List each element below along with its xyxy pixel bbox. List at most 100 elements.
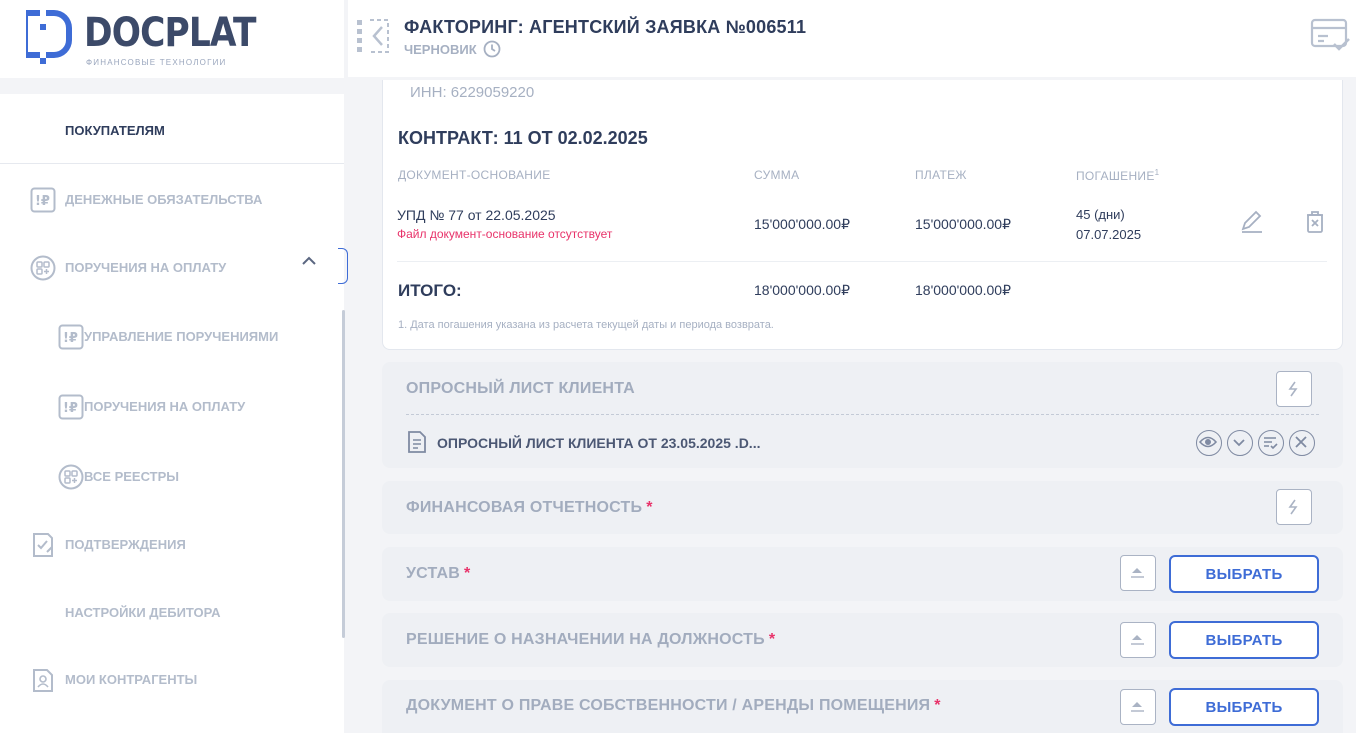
page-header <box>348 0 1356 77</box>
sidebar-item-label: ВСЕ РЕЕСТРЫ <box>84 468 179 484</box>
total-label: ИТОГО: <box>398 281 462 300</box>
sidebar-item-debtor-settings[interactable]: НАСТРОЙКИ ДЕБИТОРА <box>0 597 344 627</box>
sidebar-item-manage-orders[interactable]: !₽ УПРАВЛЕНИЕ ПОРУЧЕНИЯМИ <box>0 321 344 351</box>
inn-text: ИНН: 6229059220 <box>410 84 535 101</box>
column-header-doc: ДОКУМЕНТ-ОСНОВАНИЕ <box>398 168 551 182</box>
sidebar-item-label: ПОРУЧЕНИЯ НА ОПЛАТУ <box>84 398 246 414</box>
repayment-date: 07.07.2025 <box>1076 227 1142 242</box>
choose-button[interactable]: ВЫБРАТЬ <box>1169 555 1319 593</box>
section-title: УСТАВ * <box>406 565 470 583</box>
sidebar-item-confirmations[interactable]: ПОДТВЕРЖДЕНИЯ <box>0 529 344 559</box>
section-title: ОПРОСНЫЙ ЛИСТ КЛИЕНТА <box>406 380 635 397</box>
lightning-button[interactable] <box>1276 371 1312 407</box>
column-header-payment: ПЛАТЕЖ <box>915 168 967 182</box>
required-marker: * <box>646 499 653 516</box>
section-title: РЕШЕНИЕ О НАЗНАЧЕНИИ НА ДОЛЖНОСТЬ * <box>406 631 775 649</box>
brand-name: DOCPLAT <box>84 10 256 56</box>
choose-button[interactable]: ВЫБРАТЬ <box>1169 688 1319 726</box>
total-sum: 18'000'000.00₽ <box>754 282 851 298</box>
sidebar-collapse-icon[interactable] <box>356 17 392 55</box>
lightning-button[interactable] <box>1276 489 1312 525</box>
footnote-marker: 1 <box>1154 168 1160 177</box>
chevron-up-icon[interactable] <box>300 252 318 270</box>
doc-basis-name: УПД № 77 от 22.05.2025 <box>397 207 556 223</box>
docplat-logo-icon <box>26 10 72 64</box>
brand-tagline: ФИНАНСОВЫЕ ТЕХНОЛОГИИ <box>86 58 227 67</box>
file-name[interactable]: ОПРОСНЫЙ ЛИСТ КЛИЕНТА ОТ 23.05.2025 .D..… <box>437 435 760 451</box>
section-financial-statements: ФИНАНСОВАЯ ОТЧЕТНОСТЬ * <box>382 481 1343 534</box>
column-header-repayment-label: ПОГАШЕНИЕ <box>1076 169 1155 183</box>
delete-icon[interactable] <box>1302 209 1328 235</box>
missing-file-error: Файл документ-основание отсутствует <box>397 227 613 241</box>
sidebar-item-my-counterparties[interactable]: МОИ КОНТРАГЕНТЫ <box>0 664 344 694</box>
choose-button[interactable]: ВЫБРАТЬ <box>1169 621 1319 659</box>
grid-plus-icon <box>30 255 56 281</box>
sign-button[interactable] <box>1258 430 1284 456</box>
sidebar-item-label: УПРАВЛЕНИЕ ПОРУЧЕНИЯМИ <box>84 328 279 344</box>
remove-button[interactable] <box>1289 430 1315 456</box>
list-check-icon <box>1264 437 1278 450</box>
expand-button[interactable] <box>1120 622 1156 658</box>
page-title: ФАКТОРИНГ: АГЕНТСКИЙ ЗАЯВКА №006511 <box>404 17 807 37</box>
download-button[interactable] <box>1227 430 1253 456</box>
status-line: ЧЕРНОВИК <box>404 40 501 58</box>
svg-text:!₽: !₽ <box>63 331 78 346</box>
chevron-down-icon <box>1233 439 1245 447</box>
sidebar-item-label: НАСТРОЙКИ ДЕБИТОРА <box>65 604 221 620</box>
sidebar-item-payment-orders-sub[interactable]: !₽ ПОРУЧЕНИЯ НА ОПЛАТУ <box>0 391 344 421</box>
sidebar-item-label: ПОДТВЕРЖДЕНИЯ <box>65 536 186 552</box>
row-payment: 15'000'000.00₽ <box>915 216 1012 232</box>
logo[interactable]: DOCPLAT ФИНАНСОВЫЕ ТЕХНОЛОГИИ <box>0 0 340 78</box>
sidebar-gap <box>0 78 344 94</box>
section-property-document: ДОКУМЕНТ О ПРАВЕ СОБСТВЕННОСТИ / АРЕНДЫ … <box>382 680 1343 733</box>
expand-button[interactable] <box>1120 689 1156 725</box>
contract-title: КОНТРАКТ: 11 ОТ 02.02.2025 <box>398 128 648 148</box>
clock-icon <box>483 40 501 58</box>
dashed-divider <box>406 414 1319 415</box>
caret-up-icon <box>1131 702 1144 712</box>
view-button[interactable] <box>1196 430 1222 456</box>
document-check-icon[interactable] <box>1310 16 1352 56</box>
sidebar-item-label: ПОРУЧЕНИЯ НА ОПЛАТУ <box>65 259 227 275</box>
sidebar-item-all-registries[interactable]: ВСЕ РЕЕСТРЫ <box>0 461 344 491</box>
section-client-questionnaire: ОПРОСНЫЙ ЛИСТ КЛИЕНТА ОПРОСНЫЙ ЛИСТ КЛИЕ… <box>382 362 1343 468</box>
sidebar-item-payment-orders[interactable]: ПОРУЧЕНИЯ НА ОПЛАТУ <box>0 252 344 282</box>
caret-up-icon <box>1131 568 1144 578</box>
ruble-doc-icon: !₽ <box>58 394 84 420</box>
section-title: ФИНАНСОВАЯ ОТЧЕТНОСТЬ * <box>406 499 653 517</box>
document-icon <box>408 431 426 453</box>
sidebar-item-label: МОИ КОНТРАГЕНТЫ <box>65 671 198 687</box>
lightning-icon <box>1288 381 1298 397</box>
row-divider <box>397 261 1327 262</box>
caret-up-icon <box>1131 635 1144 645</box>
status-badge: ЧЕРНОВИК <box>404 41 477 57</box>
svg-text:!₽: !₽ <box>63 401 78 416</box>
contact-doc-icon <box>33 669 53 692</box>
section-title: ДОКУМЕНТ О ПРАВЕ СОБСТВЕННОСТИ / АРЕНДЫ … <box>406 697 941 715</box>
sidebar-scrollbar[interactable] <box>342 310 345 638</box>
footnote: 1. Дата погашения указана из расчета тек… <box>398 319 774 331</box>
close-icon <box>1295 436 1307 448</box>
ruble-doc-icon: !₽ <box>30 187 56 213</box>
active-indicator <box>338 248 348 284</box>
expand-button[interactable] <box>1120 555 1156 591</box>
section-title-text: ДОКУМЕНТ О ПРАВЕ СОБСТВЕННОСТИ / АРЕНДЫ … <box>406 697 931 714</box>
sidebar-item-label: ДЕНЕЖНЫЕ ОБЯЗАТЕЛЬСТВА <box>65 191 263 207</box>
section-appointment-decision: РЕШЕНИЕ О НАЗНАЧЕНИИ НА ДОЛЖНОСТЬ * ВЫБРА… <box>382 613 1343 667</box>
required-marker: * <box>934 697 941 714</box>
sidebar: DOCPLAT ФИНАНСОВЫЕ ТЕХНОЛОГИИ ПОКУПАТЕЛЯ… <box>0 0 348 733</box>
repayment-days: 45 (дни) <box>1076 207 1125 222</box>
edit-icon[interactable] <box>1239 209 1265 235</box>
required-marker: * <box>768 631 776 648</box>
sidebar-item-monetary-obligations[interactable]: !₽ ДЕНЕЖНЫЕ ОБЯЗАТЕЛЬСТВА <box>0 184 344 214</box>
section-title-text: ФИНАНСОВАЯ ОТЧЕТНОСТЬ <box>406 499 643 516</box>
divider <box>0 163 344 164</box>
section-charter: УСТАВ * ВЫБРАТЬ <box>382 547 1343 601</box>
check-doc-icon <box>33 533 53 557</box>
column-header-repayment: ПОГАШЕНИЕ1 <box>1076 168 1159 183</box>
sidebar-item-label: ПОКУПАТЕЛЯМ <box>65 122 165 138</box>
lightning-icon <box>1288 499 1298 515</box>
sidebar-item-buyers[interactable]: ПОКУПАТЕЛЯМ <box>0 115 344 145</box>
section-title-text: РЕШЕНИЕ О НАЗНАЧЕНИИ НА ДОЛЖНОСТЬ <box>406 631 765 648</box>
ruble-doc-icon: !₽ <box>58 324 84 350</box>
